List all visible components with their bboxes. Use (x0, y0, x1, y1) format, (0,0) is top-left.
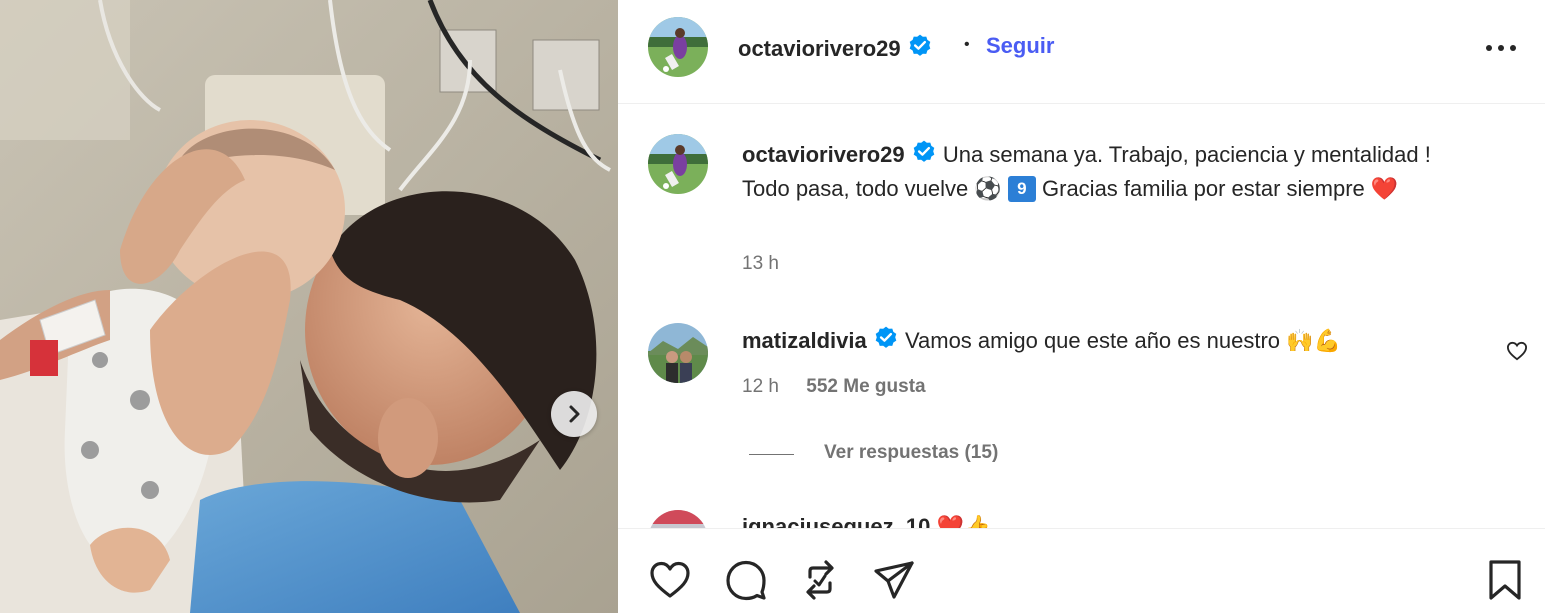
heart-icon[interactable] (648, 559, 692, 601)
comment-like-heart-icon[interactable] (1506, 341, 1528, 361)
avatar-image (648, 510, 708, 528)
verified-badge-icon (913, 140, 935, 162)
post-image (0, 0, 618, 613)
bookmark-icon[interactable] (1483, 559, 1527, 601)
chevron-right-icon (569, 405, 580, 423)
more-horizontal-icon[interactable] (1484, 36, 1518, 60)
avatar-image (648, 134, 708, 194)
separator-dot: • (964, 36, 970, 53)
post-side-panel: octaviorivero29 • Seguir octaviorivero29… (618, 0, 1545, 613)
comment-username[interactable]: matizaldivia (742, 328, 867, 353)
post-action-bar (618, 528, 1545, 613)
comment-meta: 12 h 552 Me gusta (742, 376, 926, 398)
post-caption: octaviorivero29 Una semana ya. Trabajo, … (742, 138, 1482, 206)
next-image-button[interactable] (551, 391, 597, 437)
comment-username[interactable]: ignaciuseguez_10 (742, 514, 930, 528)
repost-icon[interactable] (798, 559, 842, 601)
comment-body: ignaciuseguez_10 ❤️👍 (742, 514, 991, 528)
post-header: octaviorivero29 • Seguir (618, 0, 1545, 104)
comment-avatar[interactable] (648, 323, 708, 383)
follow-button[interactable]: Seguir (986, 33, 1054, 59)
post-author-username[interactable]: octaviorivero29 (738, 33, 933, 62)
view-replies-button[interactable]: Ver respuestas (15) (824, 442, 998, 464)
comment-icon[interactable] (724, 559, 768, 601)
comments-section[interactable]: octaviorivero29 Una semana ya. Trabajo, … (618, 105, 1545, 528)
caption-timestamp[interactable]: 13 h (742, 253, 779, 275)
post-photo (0, 0, 618, 613)
comment-text: Vamos amigo que este año es nuestro 🙌💪 (904, 328, 1341, 353)
caption-avatar[interactable] (648, 134, 708, 194)
username-text: octaviorivero29 (738, 36, 901, 61)
send-icon[interactable] (872, 559, 916, 601)
comment-body: matizaldivia Vamos amigo que este año es… (742, 325, 1341, 354)
replies-divider (749, 454, 794, 455)
avatar-image (648, 323, 708, 383)
verified-badge-icon (909, 34, 931, 56)
caption-text-part2: Gracias familia por estar siempre ❤️ (1035, 176, 1399, 201)
comment-text: ❤️👍 (936, 514, 992, 528)
verified-badge-icon (875, 326, 897, 348)
keycap-nine-emoji: 9 (1007, 176, 1036, 202)
comment-timestamp[interactable]: 12 h (742, 376, 779, 397)
avatar[interactable] (648, 17, 708, 77)
avatar-image (648, 17, 708, 77)
caption-username[interactable]: octaviorivero29 (742, 142, 905, 167)
comment-likes-count[interactable]: 552 Me gusta (806, 376, 925, 397)
comment-avatar[interactable] (648, 510, 708, 528)
